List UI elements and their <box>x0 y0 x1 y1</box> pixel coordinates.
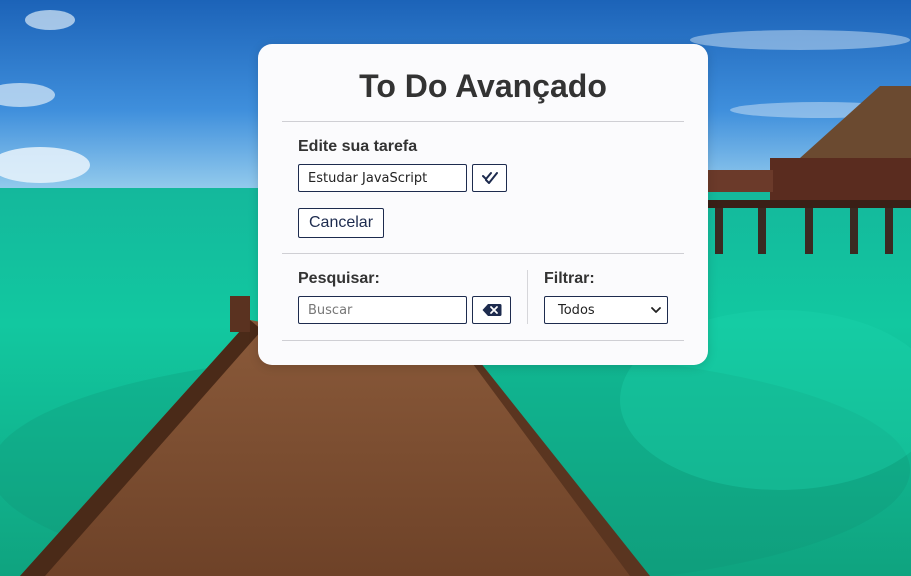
filter-select[interactable]: Todos <box>544 296 668 324</box>
edit-task-input[interactable] <box>298 164 467 192</box>
double-check-icon <box>481 172 498 184</box>
filter-selected-value: Todos <box>558 302 595 318</box>
search-label: Pesquisar: <box>298 270 380 287</box>
confirm-edit-button[interactable] <box>472 164 507 192</box>
divider-middle <box>282 253 684 254</box>
filter-label: Filtrar: <box>544 270 595 287</box>
chevron-down-icon <box>651 307 661 313</box>
todo-card: To Do Avançado Edite sua tarefa Cancelar… <box>258 44 708 365</box>
cancel-button[interactable]: Cancelar <box>298 208 385 238</box>
divider-bottom <box>282 340 684 341</box>
edit-task-label: Edite sua tarefa <box>298 138 418 155</box>
backspace-icon <box>482 304 501 316</box>
app-title: To Do Avançado <box>359 68 607 104</box>
divider-top <box>282 121 684 122</box>
search-input[interactable] <box>298 296 467 324</box>
vertical-separator <box>527 270 528 324</box>
clear-search-button[interactable] <box>472 296 511 324</box>
